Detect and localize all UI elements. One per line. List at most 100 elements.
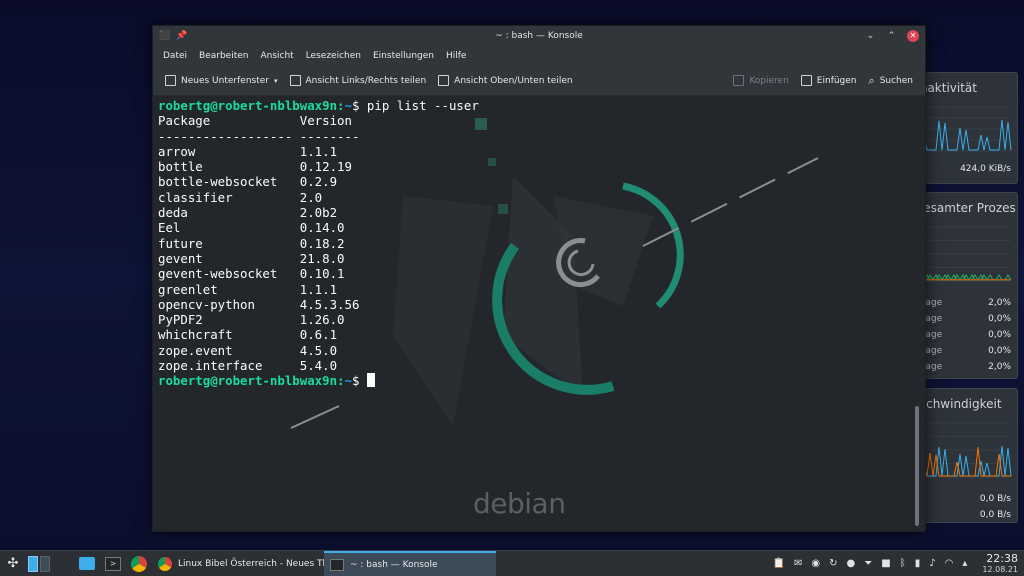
battery-icon[interactable]: ▮ [915,558,921,569]
package-name: future [158,235,300,251]
sync-icon[interactable]: ↻ [829,558,837,569]
package-row: whichcraft 0.6.1 [158,327,920,342]
package-version: 4.5.0 [299,342,338,358]
prompt-line: robertg@robert-nblbwax9n:~$ [158,373,920,388]
package-version: 0.18.2 [299,235,345,251]
package-version: 4.5.3.56 [299,296,360,312]
table-separator: ------------------ -------- [158,128,360,144]
terminal-view[interactable]: debian robertg@robert-nblbwax9n:~$ pip l… [153,96,925,531]
menu-datei[interactable]: Datei [157,51,193,61]
package-row: opencv-python 4.5.3.56 [158,297,920,312]
copy-label: Kopieren [749,75,789,86]
package-name: bottle-websocket [158,174,300,190]
package-version: 0.10.1 [299,266,345,282]
package-version: 0.6.1 [299,327,338,343]
package-row: bottle 0.12.19 [158,159,920,174]
new-tab-button[interactable]: Neues Unterfenster ▾ [159,69,284,93]
split-top-bottom-button[interactable]: Ansicht Oben/Unten teilen [432,69,578,93]
usb-icon[interactable]: ⏷ [864,558,872,569]
package-name: zope.event [158,342,300,358]
copy-button[interactable]: Kopieren [727,69,794,93]
clock-date: 12.08.21 [982,564,1018,574]
package-row: gevent 21.8.0 [158,251,920,266]
digital-clock[interactable]: 22:38 12.08.21 [976,553,1018,575]
package-name: Eel [158,220,300,236]
chrome-icon [158,556,172,571]
application-launcher-icon[interactable]: ✣ [2,553,24,575]
package-row: future 0.18.2 [158,236,920,251]
chrome-launcher-icon[interactable] [128,553,150,575]
search-button[interactable]: ⌕ Suchen [863,69,919,93]
package-version: 5.4.0 [299,358,338,374]
package-row: greenlet 1.1.1 [158,282,920,297]
prompt-line: robertg@robert-nblbwax9n:~$ pip list --u… [158,98,479,113]
media-icon[interactable]: ■ [881,558,890,569]
chevron-down-icon: ▾ [273,76,278,85]
konsole-icon [330,558,344,571]
bluetooth-icon[interactable]: ᛒ [900,558,906,569]
title-bar[interactable]: ⬛ 📌 ~ : bash — Konsole ⌄ ⌃ ✕ [153,26,925,46]
pin-icon[interactable]: 📌 [176,31,187,42]
prompt-user-host: robertg@robert-nblbwax9n [158,373,338,389]
package-name: gevent-websocket [158,266,300,282]
package-name: zope.interface [158,358,300,374]
copy-icon [733,75,745,86]
paste-button[interactable]: Einfügen [795,69,863,93]
package-name: classifier [158,189,300,205]
package-version: 1.1.1 [299,143,338,159]
package-row: zope.event 4.5.0 [158,343,920,358]
menu-bearbeiten[interactable]: Bearbeiten [193,51,254,61]
tray-expand-icon[interactable]: ▴ [962,558,967,569]
split-left-right-button[interactable]: Ansicht Links/Rechts teilen [284,69,433,93]
package-version: 2.0b2 [299,205,338,221]
package-name: whichcraft [158,327,300,343]
menu-hilfe[interactable]: Hilfe [440,51,472,61]
package-version: 2.0 [299,189,323,205]
task-label: Linux Bibel Österreich - Neues The... [178,558,324,569]
terminal-launcher-icon[interactable]: > [102,553,124,575]
notifications-icon[interactable]: ● [847,558,856,569]
rss-icon[interactable]: ◉ [811,558,820,569]
package-row: bottle-websocket 0.2.9 [158,174,920,189]
konsole-app-icon[interactable]: ⬛ [159,31,170,42]
clipboard-icon[interactable]: 📋 [773,558,785,569]
menu-einstellungen[interactable]: Einstellungen [367,51,440,61]
system-tray: 📋 ✉ ◉ ↻ ● ⏷ ■ ᛒ ▮ ♪ ◠ ▴ 22:38 12.08.21 [773,553,1024,575]
minimize-chevron-icon[interactable]: ⌄ [865,31,876,42]
file-manager-icon[interactable] [76,553,98,575]
package-row: deda 2.0b2 [158,205,920,220]
close-icon[interactable]: ✕ [907,30,919,42]
package-row: arrow 1.1.1 [158,144,920,159]
terminal-scrollbar[interactable] [915,406,919,526]
prompt-path-value: ~ [344,373,352,389]
wifi-icon[interactable]: ◠ [945,558,954,569]
menu-ansicht[interactable]: Ansicht [254,51,299,61]
paste-label: Einfügen [816,75,857,86]
terminal-output: robertg@robert-nblbwax9n:~$ pip list --u… [158,98,920,389]
package-version: 21.8.0 [299,250,345,266]
split-lr-label: Ansicht Links/Rechts teilen [305,75,427,86]
volume-icon[interactable]: ♪ [929,558,935,569]
taskbar-task[interactable]: ~ : bash — Konsole [324,550,496,576]
menu-lesezeichen[interactable]: Lesezeichen [300,51,367,61]
package-row: zope.interface 5.4.0 [158,358,920,373]
toolbar: Neues Unterfenster ▾ Ansicht Links/Recht… [153,66,925,96]
package-name: gevent [158,250,300,266]
text-cursor [366,373,375,388]
pager-icon[interactable] [28,553,50,575]
package-row: PyPDF2 1.26.0 [158,312,920,327]
new-tab-icon [165,75,176,86]
prompt-user-host: robertg@robert-nblbwax9n [158,98,338,113]
search-label: Suchen [879,75,913,86]
maximize-chevron-icon[interactable]: ⌃ [886,31,897,42]
taskbar-task[interactable]: Linux Bibel Österreich - Neues The... [152,551,324,576]
package-version: 0.14.0 [299,220,345,236]
task-label: ~ : bash — Konsole [350,559,438,570]
package-row: gevent-websocket 0.10.1 [158,266,920,281]
prompt-path: : [337,373,345,389]
split-tb-label: Ansicht Oben/Unten teilen [454,75,573,86]
package-name: greenlet [158,281,300,297]
menu-bar: Datei Bearbeiten Ansicht Lesezeichen Einstel… [153,46,925,66]
mail-icon[interactable]: ✉ [794,558,802,569]
konsole-window: ⬛ 📌 ~ : bash — Konsole ⌄ ⌃ ✕ Datei Bearbe… [152,25,926,532]
